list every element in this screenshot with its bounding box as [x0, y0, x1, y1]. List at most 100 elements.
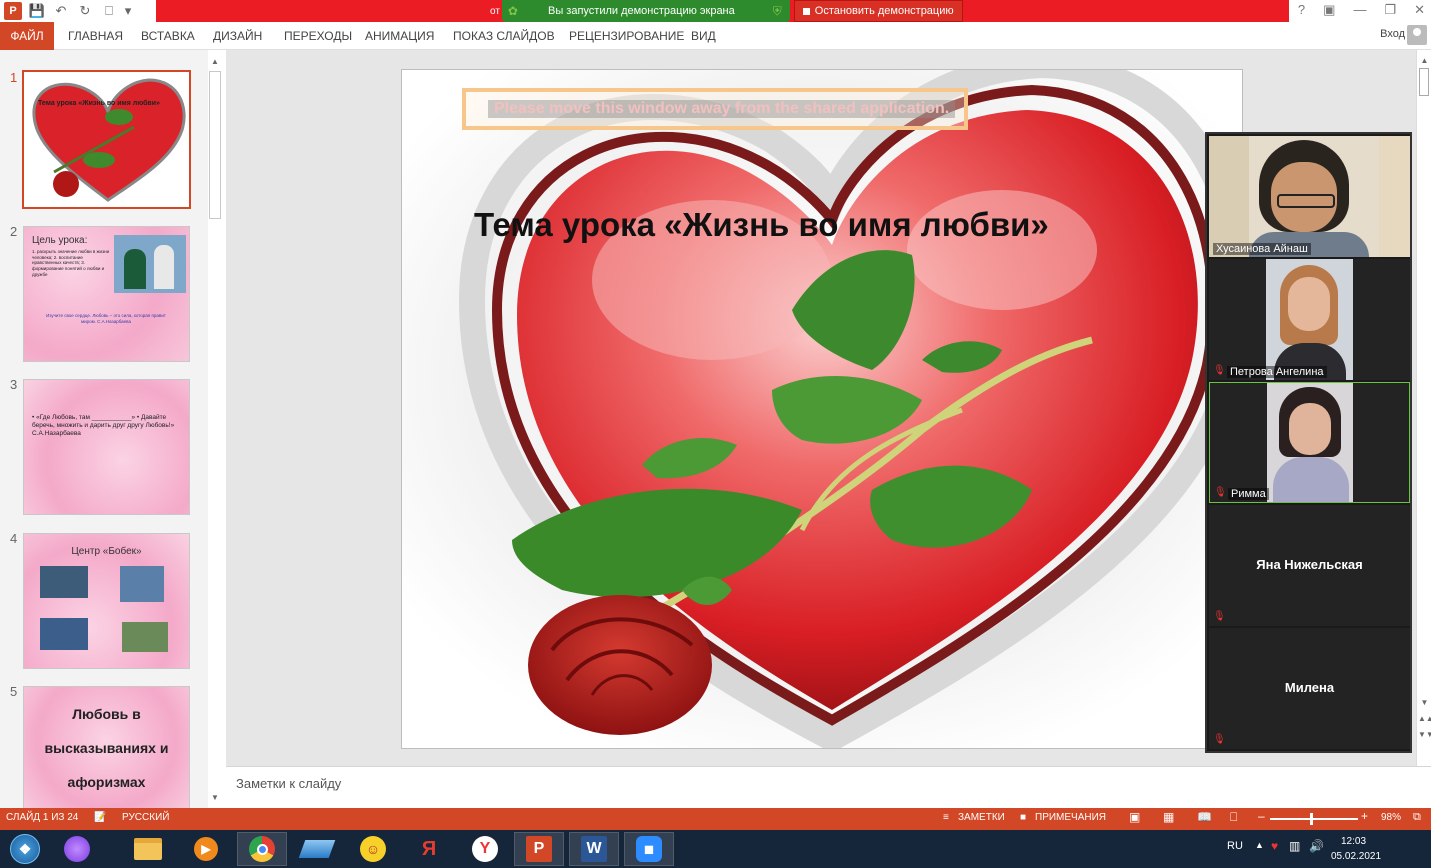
slideshow-view-icon[interactable]: ⎕ — [1230, 810, 1237, 825]
slide-thumbnail-1[interactable]: Тема урока «Жизнь во имя любви» — [22, 70, 191, 209]
undo-icon[interactable]: ↶ — [52, 2, 70, 20]
thumb-body: 1. раскрыть значение любви в жизни челов… — [32, 249, 110, 277]
minimize-icon[interactable]: — — [1353, 2, 1366, 18]
save-icon[interactable]: 💾 — [28, 2, 46, 20]
notes-toggle-icon[interactable]: ≡ — [943, 812, 949, 823]
scanner-button[interactable] — [292, 832, 342, 866]
current-slide[interactable]: Please move this window away from the sh… — [401, 69, 1243, 749]
zoom-out-icon[interactable]: – — [1258, 809, 1265, 823]
tab-view[interactable]: ВИД — [691, 22, 716, 50]
thumb-photo — [114, 235, 186, 293]
language-indicator[interactable]: РУССКИЙ — [122, 812, 169, 823]
notes-toggle-button[interactable]: ЗАМЕТКИ — [958, 812, 1005, 823]
sign-in-link[interactable]: Вход — [1380, 28, 1405, 40]
participant-tile[interactable]: 🎙 Петрова Ангелина — [1209, 259, 1410, 380]
next-slide-icon[interactable]: ▼▼ — [1418, 730, 1431, 739]
share-leaf-icon: ✿ — [507, 4, 518, 18]
tab-animations[interactable]: АНИМАЦИЯ — [365, 22, 434, 50]
participant-tile[interactable]: Милена 🎙 — [1209, 628, 1410, 749]
help-icon[interactable]: ? — [1298, 2, 1305, 18]
zoom-button[interactable]: ◼ — [624, 832, 674, 866]
messenger-button[interactable]: ☺ — [348, 832, 398, 866]
participant-video — [1267, 383, 1353, 502]
scroll-down-arrow-icon[interactable]: ▼ — [208, 793, 222, 805]
status-bar: СЛАЙД 1 ИЗ 24 📝 РУССКИЙ ≡ ЗАМЕТКИ ■ ПРИМ… — [0, 808, 1431, 830]
tab-review[interactable]: РЕЦЕНЗИРОВАНИЕ — [569, 22, 684, 50]
alice-assistant-button[interactable] — [52, 832, 102, 866]
slideshow-start-icon[interactable]: ⎕ — [100, 2, 118, 20]
participant-name: Милена — [1284, 680, 1335, 695]
zoom-slider[interactable] — [1270, 818, 1358, 820]
thumb-photo — [122, 622, 168, 652]
slide-thumbnail-2[interactable]: Цель урока: 1. раскрыть значение любви в… — [23, 226, 190, 362]
slide-title[interactable]: Тема урока «Жизнь во имя любви» — [474, 206, 1049, 244]
windows-taskbar: ❖ ▶ ☺ Я Y P W ◼ RU ▲ ♥ ▥ 🔊 12:03 05.02.2… — [0, 830, 1431, 868]
thumbnails-scrollbar[interactable]: ▲ ▼ — [208, 57, 222, 805]
close-icon[interactable]: ✕ — [1414, 2, 1425, 18]
share-prefix: от — [490, 5, 500, 17]
scroll-up-arrow-icon[interactable]: ▲ — [208, 57, 222, 69]
scroll-up-arrow-icon[interactable]: ▲ — [1418, 56, 1431, 65]
explorer-button[interactable] — [123, 832, 173, 866]
clock-time[interactable]: 12:03 — [1341, 836, 1366, 847]
tab-home[interactable]: ГЛАВНАЯ — [68, 22, 123, 50]
share-warning-text: Please move this window away from the sh… — [488, 100, 956, 118]
comments-icon[interactable]: ■ — [1020, 812, 1026, 823]
clock-date[interactable]: 05.02.2021 — [1331, 851, 1381, 862]
word-icon: W — [581, 836, 607, 862]
customize-qat-icon[interactable]: ▾ — [124, 2, 132, 20]
stop-share-button[interactable]: Остановить демонстрацию — [793, 0, 963, 22]
scroll-thumb[interactable] — [209, 71, 221, 219]
spellcheck-icon[interactable]: 📝 — [94, 812, 106, 823]
previous-slide-icon[interactable]: ▲▲ — [1418, 714, 1431, 723]
tab-transitions[interactable]: ПЕРЕХОДЫ — [284, 22, 352, 50]
tab-file[interactable]: ФАЙЛ — [0, 22, 54, 50]
restore-icon[interactable]: ❐ — [1384, 2, 1396, 18]
keyboard-language[interactable]: RU — [1227, 840, 1243, 852]
zoom-level[interactable]: 98% — [1381, 812, 1401, 823]
powerpoint-button[interactable]: P — [514, 832, 564, 866]
slide-thumbnail-5[interactable]: Любовь в высказываниях и афоризмах — [23, 686, 190, 808]
avatar[interactable] — [1407, 25, 1427, 45]
yandex-button[interactable]: Я — [404, 832, 454, 866]
tab-slideshow[interactable]: ПОКАЗ СЛАЙДОВ — [453, 22, 555, 50]
participant-name: Петрова Ангелина — [1227, 366, 1327, 378]
thumb-photo — [40, 566, 88, 598]
scroll-thumb[interactable] — [1419, 68, 1429, 96]
reading-view-icon[interactable]: 📖 — [1197, 810, 1212, 824]
media-player-button[interactable]: ▶ — [181, 832, 231, 866]
yandex-browser-button[interactable]: Y — [460, 832, 510, 866]
participant-tile[interactable]: Хусаинова Айнаш — [1209, 136, 1410, 257]
chrome-button[interactable] — [237, 832, 287, 866]
slide-sorter-icon[interactable]: ▦ — [1163, 810, 1174, 824]
slide-scrollbar[interactable]: ▲ ▼ ▲▲ ▼▼ — [1416, 50, 1431, 766]
thumb-number: 2 — [10, 224, 18, 239]
shield-icon: ⛨ — [772, 3, 782, 18]
zoom-slider-handle[interactable] — [1310, 813, 1313, 825]
thumb-title: Цель урока: — [32, 235, 88, 246]
tab-design[interactable]: ДИЗАЙН — [213, 22, 262, 50]
word-button[interactable]: W — [569, 832, 619, 866]
tray-expand-icon[interactable]: ▲ — [1255, 840, 1264, 850]
network-icon[interactable]: ▥ — [1289, 839, 1300, 853]
antivirus-icon[interactable]: ♥ — [1271, 839, 1278, 853]
heart-rose-image — [402, 70, 1242, 748]
redo-icon[interactable]: ↻ — [76, 2, 94, 20]
volume-icon[interactable]: 🔊 — [1309, 839, 1324, 853]
scroll-down-arrow-icon[interactable]: ▼ — [1418, 698, 1431, 707]
yandex-browser-icon: Y — [472, 836, 498, 862]
start-button[interactable]: ❖ — [0, 832, 50, 866]
ribbon-display-icon[interactable]: ▣ — [1323, 2, 1335, 18]
participant-tile[interactable]: 🎙 Римма — [1209, 382, 1410, 503]
yandex-icon: Я — [421, 837, 437, 860]
slide-thumbnail-4[interactable]: Центр «Бобек» — [23, 533, 190, 669]
notes-pane[interactable]: Заметки к слайду — [226, 766, 1431, 808]
zoom-in-icon[interactable]: + — [1361, 809, 1368, 823]
normal-view-icon[interactable]: ▣ — [1129, 810, 1140, 824]
comments-button[interactable]: ПРИМЕЧАНИЯ — [1035, 812, 1106, 823]
tab-insert[interactable]: ВСТАВКА — [141, 22, 195, 50]
participant-tile[interactable]: Яна Нижельская 🎙 — [1209, 505, 1410, 626]
slide-thumbnail-3[interactable]: • «Где Любовь, там ___________» • Давайт… — [23, 379, 190, 515]
fit-slide-icon[interactable]: ⧉ — [1413, 811, 1421, 824]
screen-share-notice: от ✿ Вы запустили демонстрацию экрана ⛨ … — [490, 0, 963, 22]
